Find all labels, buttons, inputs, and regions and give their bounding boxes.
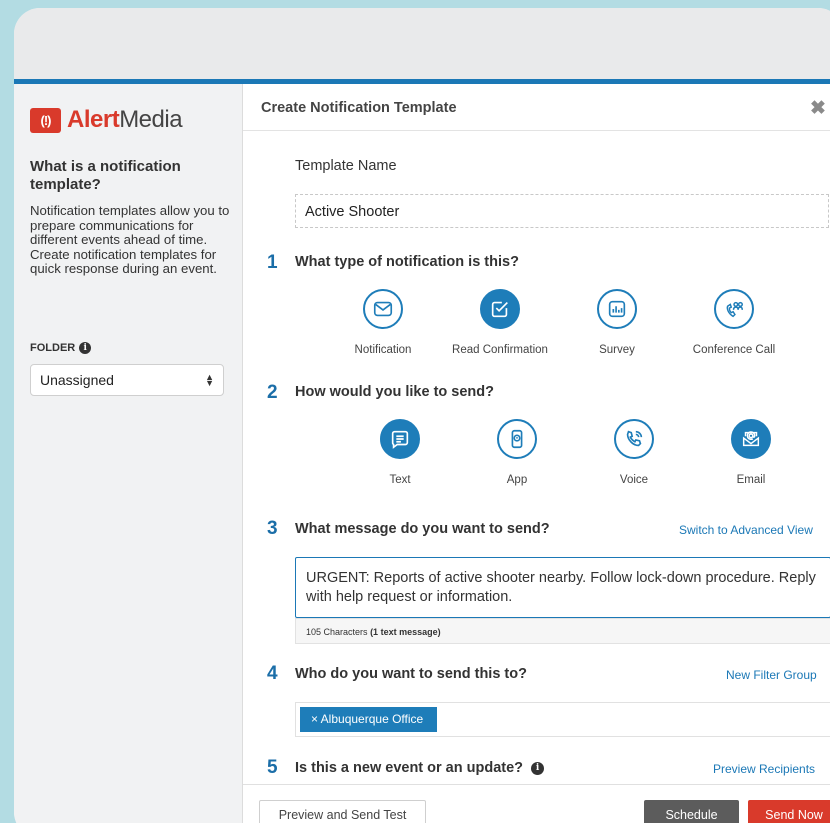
email-icon <box>731 419 771 459</box>
type-label-notification: Notification <box>354 344 412 356</box>
send-label-app: App <box>506 474 528 486</box>
panel-footer: Preview and Send Test Schedule Send Now <box>243 784 830 823</box>
type-label-conference-call: Conference Call <box>692 344 776 356</box>
schedule-button[interactable]: Schedule <box>644 800 739 823</box>
panel-header: Create Notification Template ✖ <box>243 84 830 131</box>
bar-chart-icon <box>597 289 637 329</box>
alertmedia-logo: (!) AlertMedia <box>30 106 183 134</box>
send-option-app[interactable]: App <box>452 419 582 486</box>
char-count: 105 Characters <box>306 627 368 637</box>
sidebar: (!) AlertMedia What is a notification te… <box>14 84 243 823</box>
step-5-question: Is this a new event or an update? <box>295 760 524 776</box>
step-1-number: 1 <box>267 252 278 273</box>
sidebar-heading: What is a notification template? <box>30 158 181 193</box>
conference-call-icon <box>714 289 754 329</box>
type-option-survey[interactable]: Survey <box>552 289 682 356</box>
step-3-number: 3 <box>267 518 278 539</box>
type-option-notification[interactable]: Notification <box>318 289 448 356</box>
template-name-label: Template Name <box>295 158 397 174</box>
send-option-text[interactable]: Text <box>335 419 465 486</box>
preview-send-test-button[interactable]: Preview and Send Test <box>259 800 426 823</box>
type-label-survey: Survey <box>599 344 635 356</box>
step-4-question: Who do you want to send this to? <box>295 666 527 682</box>
app-window: (!) AlertMedia What is a notification te… <box>14 8 830 823</box>
type-label-read-confirmation: Read Confirmation <box>452 344 548 356</box>
send-now-button[interactable]: Send Now <box>748 800 830 823</box>
folder-label-row: FOLDER i <box>30 342 92 354</box>
brand-name-bold: Alert <box>67 106 120 133</box>
envelope-icon <box>363 289 403 329</box>
brand-name-rest: Media <box>119 106 183 133</box>
window-titlebar <box>14 8 830 79</box>
folder-label: FOLDER <box>30 342 76 354</box>
step-5-number: 5 <box>267 757 278 778</box>
create-template-panel: Create Notification Template ✖ Template … <box>243 84 830 823</box>
recipients-field[interactable]: × Albuquerque Office <box>295 702 830 737</box>
alert-logo-icon: (!) <box>30 107 61 133</box>
recipient-chip[interactable]: × Albuquerque Office <box>300 707 438 732</box>
panel-title: Create Notification Template <box>261 100 457 116</box>
preview-recipients-link[interactable]: Preview Recipients <box>713 762 815 776</box>
send-label-voice: Voice <box>619 474 649 486</box>
step-2-number: 2 <box>267 382 278 403</box>
type-option-read-confirmation[interactable]: Read Confirmation <box>435 289 565 356</box>
brand-name: AlertMedia <box>67 106 183 134</box>
info-icon[interactable]: i <box>531 761 545 775</box>
step-1-question: What type of notification is this? <box>295 254 519 270</box>
type-option-conference-call[interactable]: Conference Call <box>669 289 799 356</box>
phone-icon <box>614 419 654 459</box>
step-5-row: Is this a new event or an update? i <box>295 760 545 776</box>
select-arrows-icon: ▲ ▼ <box>205 372 214 388</box>
info-icon[interactable]: i <box>79 342 92 354</box>
send-option-voice[interactable]: Voice <box>569 419 699 486</box>
template-name-input[interactable]: Active Shooter <box>295 194 829 228</box>
send-option-email[interactable]: Email <box>686 419 816 486</box>
message-textarea[interactable]: URGENT: Reports of active shooter nearby… <box>295 557 830 618</box>
step-3-question: What message do you want to send? <box>295 521 550 537</box>
step-4-number: 4 <box>267 663 278 684</box>
message-counter: 105 Characters (1 text message) <box>295 618 830 644</box>
new-filter-group-link[interactable]: New Filter Group <box>726 668 817 682</box>
folder-select-value: Unassigned <box>40 372 114 388</box>
send-label-text: Text <box>389 474 411 486</box>
switch-advanced-view-link[interactable]: Switch to Advanced View <box>679 523 813 537</box>
close-icon[interactable]: ✖ <box>810 97 826 120</box>
message-count: (1 text message) <box>370 627 441 637</box>
send-label-email: Email <box>736 474 766 486</box>
folder-select[interactable]: Unassigned ▲ ▼ <box>30 364 224 396</box>
step-2-question: How would you like to send? <box>295 384 494 400</box>
phone-app-icon <box>497 419 537 459</box>
checkbox-icon <box>480 289 520 329</box>
sidebar-description: Notification templates allow you to prep… <box>30 203 230 276</box>
message-icon <box>380 419 420 459</box>
